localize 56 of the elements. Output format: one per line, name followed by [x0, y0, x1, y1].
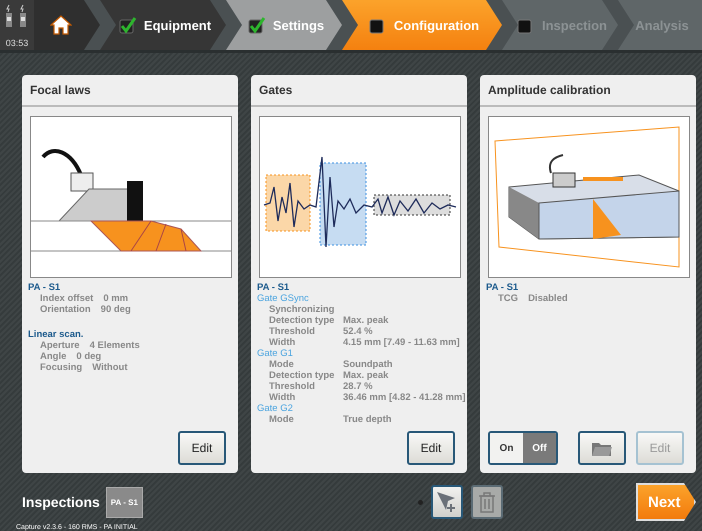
field-value: 36.46 mm [4.82 - 41.28 mm]: [343, 392, 466, 403]
field-value: 4.15 mm [7.49 - 11.63 mm]: [343, 337, 460, 348]
field-label: Width: [269, 337, 296, 348]
field-value: 4 Elements: [90, 340, 140, 351]
field-value: Max. peak: [343, 370, 388, 381]
trash-icon: [478, 491, 496, 513]
step-tab[interactable]: Configuration: [342, 0, 502, 50]
field-label: Angle: [40, 351, 68, 362]
field-value: 90 deg: [100, 304, 131, 315]
edit-button[interactable]: Edit: [407, 431, 455, 465]
add-button[interactable]: [431, 485, 463, 519]
field-value: 0 mm: [103, 293, 128, 304]
field-label: Focusing: [40, 362, 84, 373]
section-heading: PA - S1: [28, 282, 62, 293]
section-title: Inspections: [22, 494, 100, 510]
field-label: Detection type: [269, 315, 336, 326]
section-heading: PA - S1: [257, 282, 290, 293]
field-value: Without: [92, 362, 128, 373]
on-off-toggle[interactable]: On Off: [488, 431, 558, 465]
field-value: Max. peak: [343, 315, 388, 326]
field-label: Threshold: [269, 381, 316, 392]
dot-icon: [418, 500, 423, 504]
panel-title: Amplitude calibration: [480, 75, 696, 107]
field-value: Soundpath: [343, 359, 393, 370]
field-value: 52.4 %: [343, 326, 373, 337]
section-heading: PA - S1: [486, 282, 520, 293]
clock-text: 03:53: [6, 38, 28, 48]
inspection-tag[interactable]: PA - S1: [106, 486, 143, 518]
edit-button[interactable]: Edit: [178, 431, 226, 465]
field-value: True depth: [343, 414, 392, 425]
home-tab[interactable]: [34, 0, 100, 50]
field-value: 28.7 %: [343, 381, 373, 392]
field-label: Orientation: [40, 304, 92, 315]
panel-title: Gates: [251, 75, 467, 107]
step-tab[interactable]: Settings: [226, 0, 342, 50]
field-label: Mode: [269, 414, 295, 425]
field-label: Index offset: [40, 293, 94, 304]
panel-title: Focal laws: [22, 75, 238, 107]
section-heading: Gate G1: [257, 348, 294, 359]
folder-button[interactable]: [578, 431, 626, 465]
section-heading: Gate GSync: [257, 293, 310, 304]
step-tab[interactable]: Equipment: [100, 0, 226, 50]
field-label: Mode: [269, 359, 295, 370]
section-heading: Gate G2: [257, 403, 294, 414]
section-heading: Linear scan.: [28, 329, 84, 340]
field-label: Aperture: [40, 340, 81, 351]
field-value: 0 deg: [76, 351, 102, 362]
next-button[interactable]: Next: [636, 483, 696, 521]
field-label: Width: [269, 392, 296, 403]
field-value: Disabled: [528, 293, 568, 304]
home-icon: [50, 15, 72, 35]
field-label: Synchronizing: [269, 304, 336, 315]
field-label: TCG: [498, 293, 520, 304]
field-label: Threshold: [269, 326, 316, 337]
field-label: Detection type: [269, 370, 336, 381]
toggle-option[interactable]: Off: [523, 433, 556, 463]
